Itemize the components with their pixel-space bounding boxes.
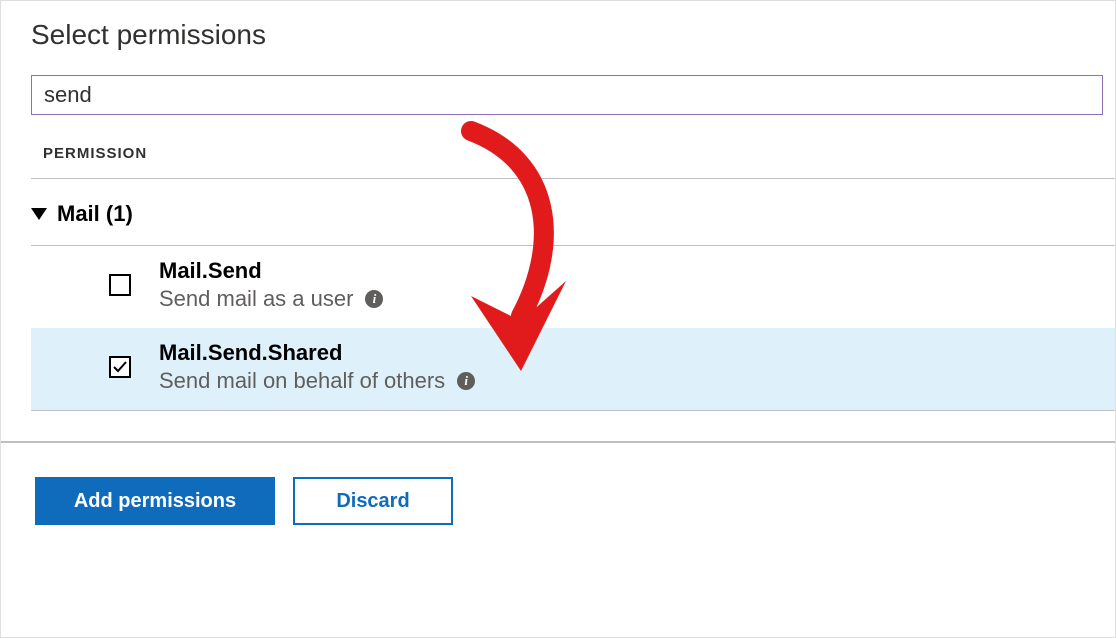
- permission-group-mail[interactable]: Mail (1): [31, 179, 1115, 245]
- discard-button[interactable]: Discard: [293, 477, 453, 525]
- footer-actions: Add permissions Discard: [1, 443, 1115, 525]
- permission-checkbox[interactable]: [109, 274, 131, 296]
- info-icon[interactable]: i: [457, 372, 475, 390]
- column-header-permission: PERMISSION: [43, 145, 1115, 162]
- permission-text: Mail.Send.Shared Send mail on behalf of …: [159, 340, 475, 394]
- permission-row[interactable]: Mail.Send.Shared Send mail on behalf of …: [31, 328, 1115, 410]
- permission-group-label: Mail (1): [57, 201, 133, 227]
- add-permissions-button[interactable]: Add permissions: [35, 477, 275, 525]
- permission-description: Send mail on behalf of others i: [159, 368, 475, 394]
- permission-name: Mail.Send: [159, 258, 383, 284]
- permission-name: Mail.Send.Shared: [159, 340, 475, 366]
- search-wrap: [31, 75, 1103, 115]
- chevron-down-icon: [31, 208, 47, 220]
- check-icon: [112, 359, 128, 375]
- permission-row[interactable]: Mail.Send Send mail as a user i: [31, 246, 1115, 328]
- permissions-panel: Select permissions PERMISSION Mail (1) M…: [0, 0, 1116, 638]
- search-input[interactable]: [31, 75, 1103, 115]
- permission-checkbox[interactable]: [109, 356, 131, 378]
- permission-description: Send mail as a user i: [159, 286, 383, 312]
- panel-title: Select permissions: [31, 19, 1115, 51]
- info-icon[interactable]: i: [365, 290, 383, 308]
- permission-text: Mail.Send Send mail as a user i: [159, 258, 383, 312]
